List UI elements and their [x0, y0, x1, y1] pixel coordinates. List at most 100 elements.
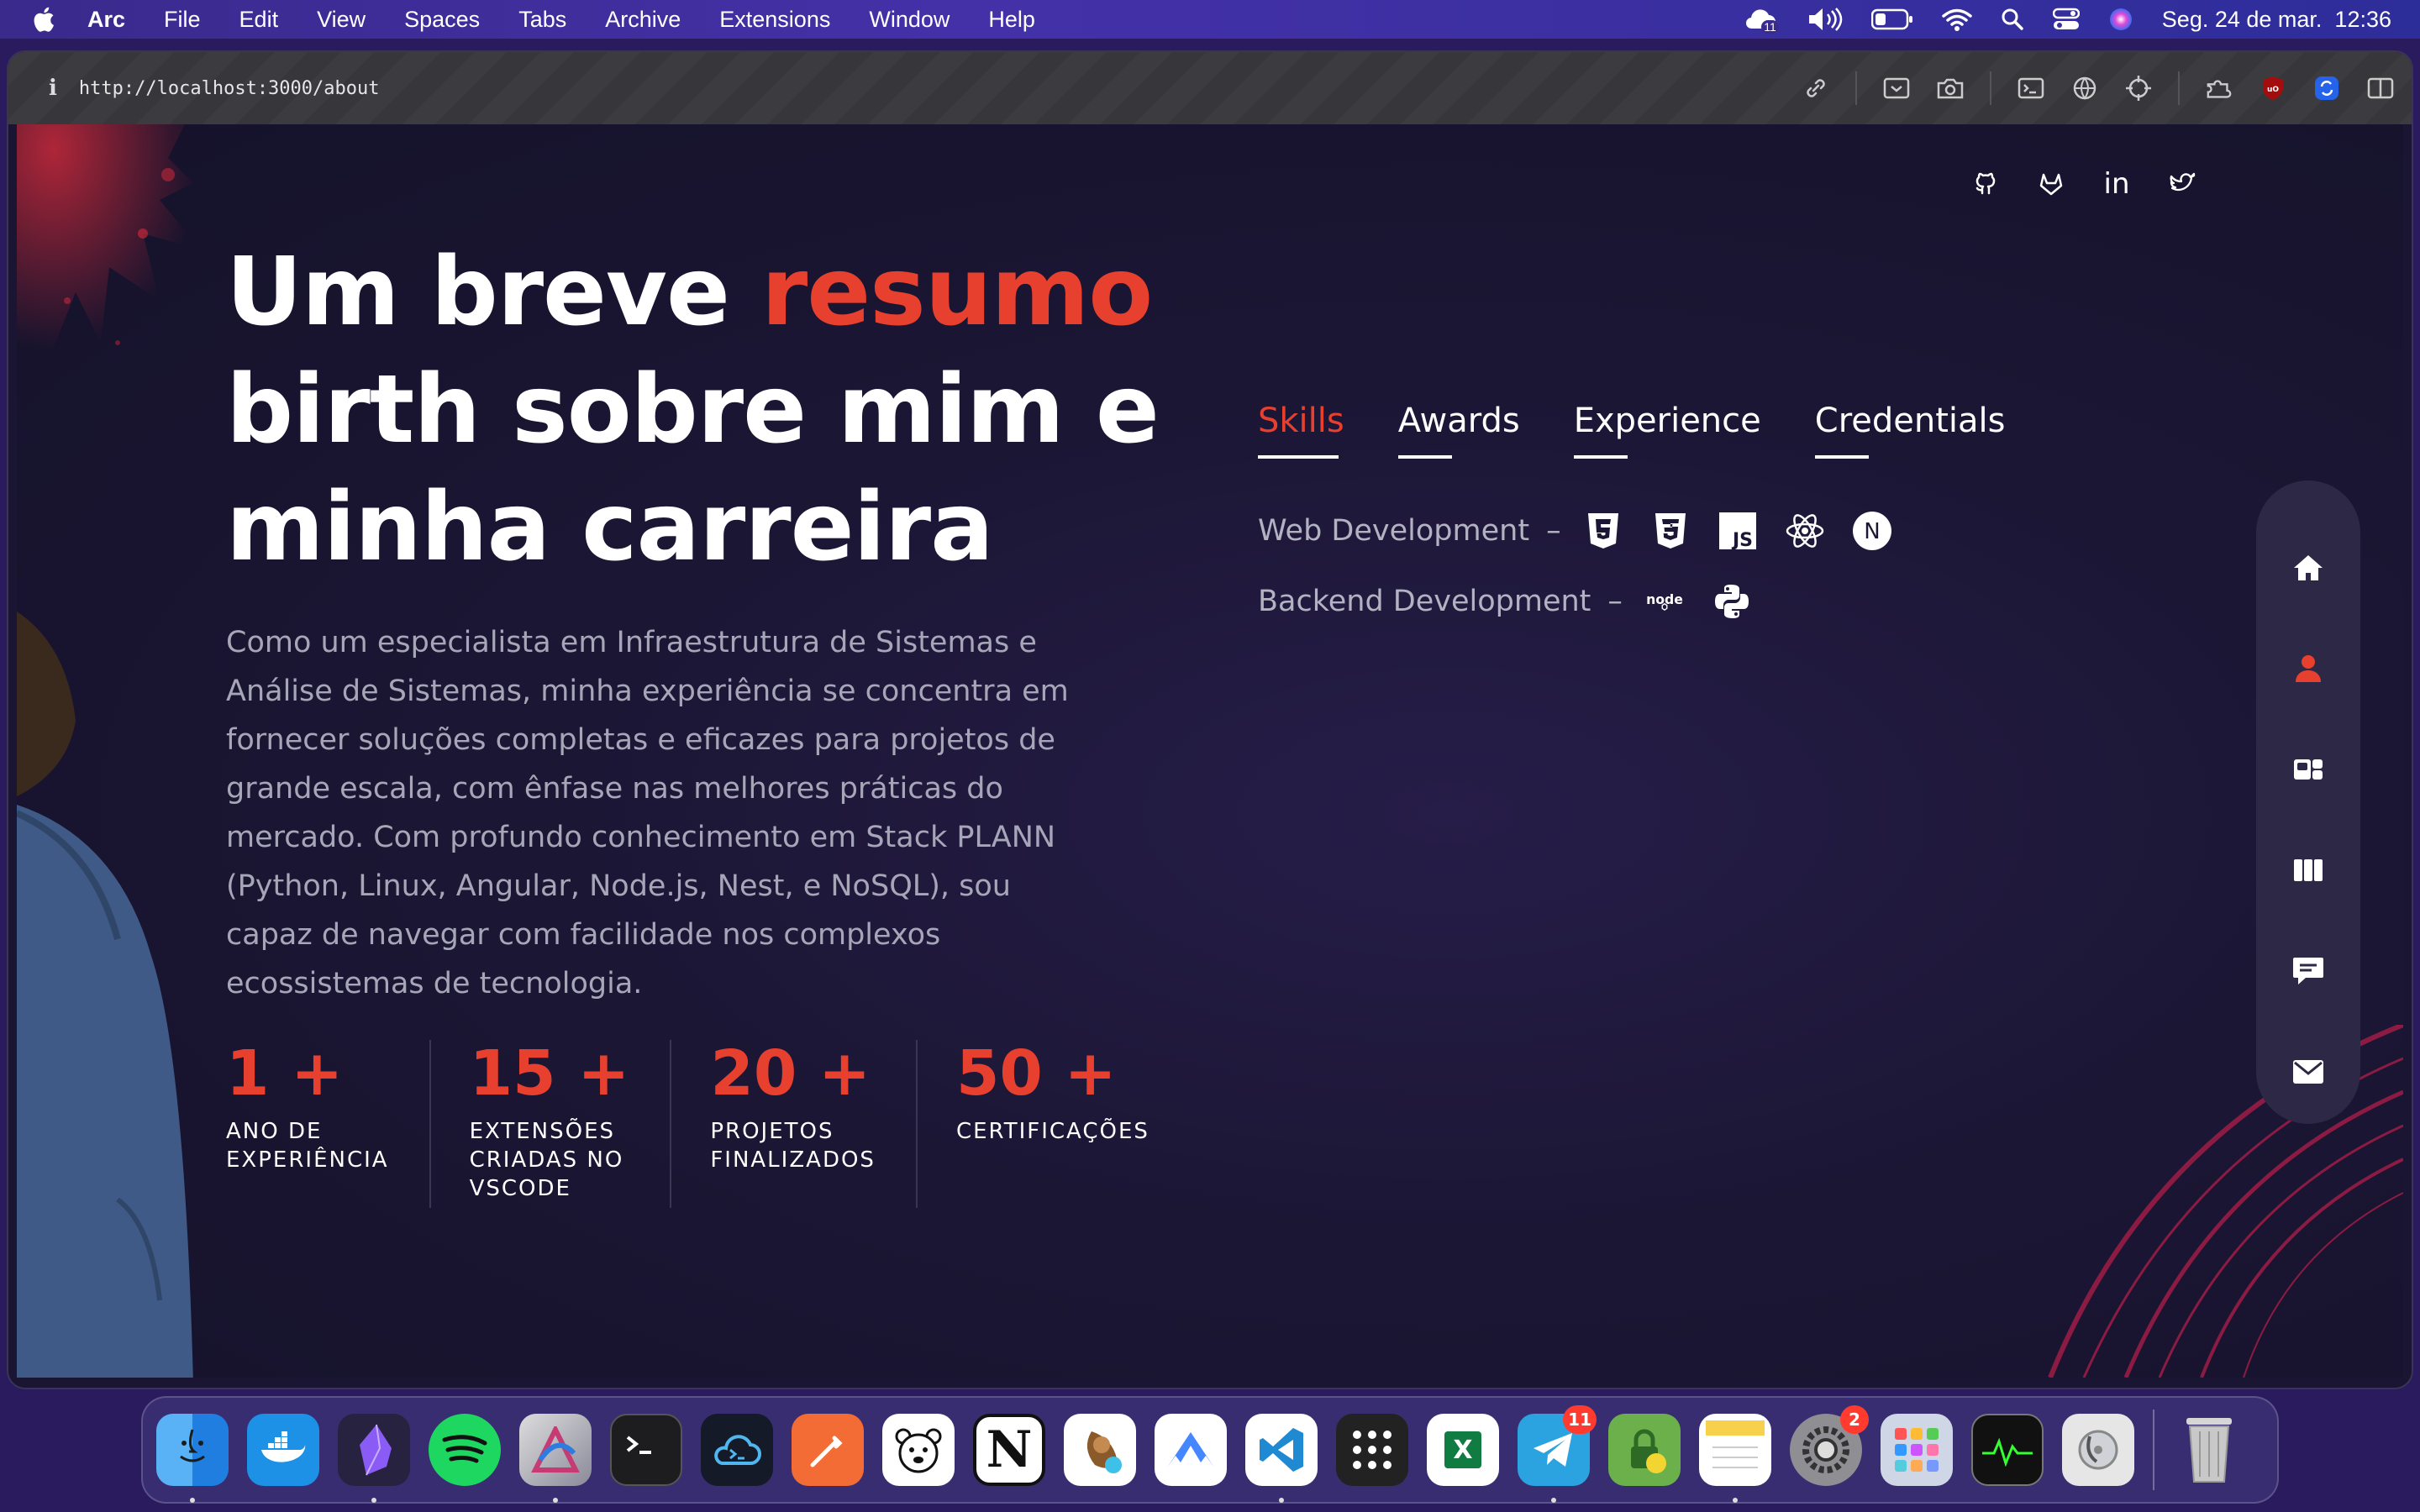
stat-number: 1 +	[226, 1037, 344, 1110]
react-icon	[1785, 511, 1825, 551]
keepassxc-icon[interactable]	[1608, 1414, 1681, 1486]
wifi-icon[interactable]	[1942, 8, 1972, 31]
control-center-icon[interactable]	[2052, 8, 2080, 31]
sidebar-toggle-icon[interactable]	[2366, 74, 2395, 102]
home-icon[interactable]	[2256, 517, 2360, 618]
system-settings-icon[interactable]: 2	[1790, 1405, 1869, 1486]
extensions-puzzle-icon[interactable]	[2205, 74, 2233, 102]
running-indicator	[1551, 1498, 1556, 1503]
javascript-icon: JS	[1718, 511, 1758, 551]
docker-icon[interactable]	[247, 1414, 319, 1486]
title-part-1: Um breve	[226, 238, 761, 347]
disk-utility-icon[interactable]	[2062, 1414, 2134, 1486]
notion-icon[interactable]: N	[973, 1414, 1045, 1486]
javascript-icon-text: JS	[1731, 530, 1753, 549]
html5-icon	[1583, 511, 1623, 551]
stat-item: 50 + CERTIFICAÇÕES	[956, 1040, 1190, 1208]
vscode-icon[interactable]	[1245, 1414, 1318, 1503]
cloud-sync-badge: 11	[1761, 20, 1779, 34]
services-icon[interactable]	[2256, 719, 2360, 820]
toolbar-divider	[2178, 71, 2180, 105]
spotify-icon[interactable]	[429, 1414, 501, 1486]
gitlab-icon[interactable]	[2037, 170, 2065, 198]
copy-link-icon[interactable]	[1802, 74, 1830, 102]
site-info-icon[interactable]: i	[49, 76, 57, 101]
browser-window: i http://localhost:3000/about uO in Um b…	[8, 52, 2412, 1388]
linkedin-icon[interactable]: in	[2102, 167, 2131, 201]
apple-icon[interactable]	[30, 5, 55, 34]
toolbar-divider	[1855, 71, 1857, 105]
bear-icon[interactable]	[882, 1414, 955, 1486]
terminal-icon[interactable]	[610, 1414, 682, 1486]
nordvpn-icon[interactable]	[1155, 1414, 1227, 1486]
menu-app-name[interactable]: Arc	[87, 7, 125, 33]
mail-icon[interactable]	[2256, 1021, 2360, 1122]
menu-file[interactable]: File	[164, 7, 201, 33]
telegram-icon[interactable]: 11	[1518, 1405, 1597, 1503]
launchpad-grid-icon[interactable]	[1336, 1414, 1408, 1486]
camera-icon[interactable]	[1936, 74, 1965, 102]
tab-awards[interactable]: Awards	[1397, 402, 1520, 459]
volume-icon[interactable]	[1807, 7, 1843, 32]
title-accent: resumo	[760, 238, 1153, 347]
menu-view[interactable]: View	[317, 7, 366, 33]
address-bar[interactable]: http://localhost:3000/about	[79, 78, 380, 99]
stat-label: CERTIFICAÇÕES	[955, 1119, 1150, 1144]
stat-item: 15 + EXTENSÕES CRIADAS NO VSCODE	[470, 1040, 672, 1208]
postman-icon[interactable]	[792, 1414, 864, 1486]
sync-extension-icon[interactable]	[2312, 74, 2341, 102]
cloud-sync-icon[interactable]: 11	[1744, 5, 1779, 34]
menu-tabs[interactable]: Tabs	[518, 7, 566, 33]
skill-row-backend: Backend Development – node	[1258, 581, 1752, 622]
menubar-clock[interactable]: Seg. 24 de mar. 12:36	[2162, 7, 2391, 33]
twitter-icon[interactable]	[2168, 170, 2196, 198]
stats-row: 1 + ANO DE EXPERIÊNCIA 15 + EXTENSÕES CR…	[226, 1040, 1228, 1208]
work-icon[interactable]	[2256, 820, 2360, 921]
menu-extensions[interactable]: Extensions	[719, 7, 830, 33]
spotlight-search-icon[interactable]	[2001, 8, 2024, 31]
tab-credentials[interactable]: Credentials	[1814, 402, 2005, 459]
ublock-icon[interactable]: uO	[2259, 74, 2287, 102]
target-icon[interactable]	[2124, 74, 2153, 102]
affinity-icon[interactable]	[519, 1414, 592, 1503]
excel-icon[interactable]: X	[1427, 1414, 1499, 1486]
devtools-console-icon[interactable]	[2017, 74, 2045, 102]
tab-experience[interactable]: Experience	[1573, 402, 1761, 459]
siri-icon[interactable]	[2108, 7, 2133, 32]
obsidian-icon[interactable]	[338, 1414, 410, 1503]
stat-number: 15 +	[469, 1037, 630, 1110]
testimonials-icon[interactable]	[2256, 921, 2360, 1021]
activity-monitor-icon[interactable]	[1971, 1414, 2044, 1486]
css3-icon	[1650, 511, 1691, 551]
launchpad-icon[interactable]	[1881, 1414, 1953, 1486]
nodejs-icon-text: node	[1646, 591, 1683, 607]
tab-skills[interactable]: Skills	[1258, 402, 1344, 459]
info-tabs: Skills Awards Experience Credentials	[1258, 402, 2005, 459]
battery-icon[interactable]	[1870, 8, 1913, 30]
running-indicator	[1733, 1498, 1738, 1503]
finder-icon[interactable]	[156, 1414, 229, 1503]
menu-spaces[interactable]: Spaces	[404, 7, 480, 33]
cloud-terminal-icon[interactable]	[701, 1414, 773, 1486]
running-indicator	[1279, 1498, 1284, 1503]
tableplus-icon[interactable]	[1064, 1414, 1136, 1486]
capture-icon[interactable]	[1882, 74, 1911, 102]
menu-edit[interactable]: Edit	[239, 7, 279, 33]
stat-label: ANO DE EXPERIÊNCIA	[226, 1119, 389, 1173]
trash-icon[interactable]	[2173, 1414, 2245, 1486]
stat-label: PROJETOS FINALIZADOS	[710, 1119, 876, 1173]
stat-number: 50 +	[955, 1037, 1117, 1110]
menu-help[interactable]: Help	[988, 7, 1035, 33]
svg-text:uO: uO	[2267, 86, 2279, 94]
user-icon[interactable]	[2256, 618, 2360, 719]
stat-number: 20 +	[710, 1037, 871, 1110]
notification-badge: 2	[1840, 1405, 1869, 1434]
notes-icon[interactable]	[1699, 1414, 1771, 1503]
menu-window[interactable]: Window	[869, 7, 950, 33]
menu-archive[interactable]: Archive	[605, 7, 681, 33]
skill-row-web: Web Development – JS N	[1258, 511, 1892, 551]
stat-label: EXTENSÕES CRIADAS NO VSCODE	[469, 1119, 624, 1201]
github-icon[interactable]	[1971, 170, 2000, 198]
globe-icon[interactable]	[2070, 74, 2099, 102]
skill-dash: –	[1607, 585, 1623, 618]
